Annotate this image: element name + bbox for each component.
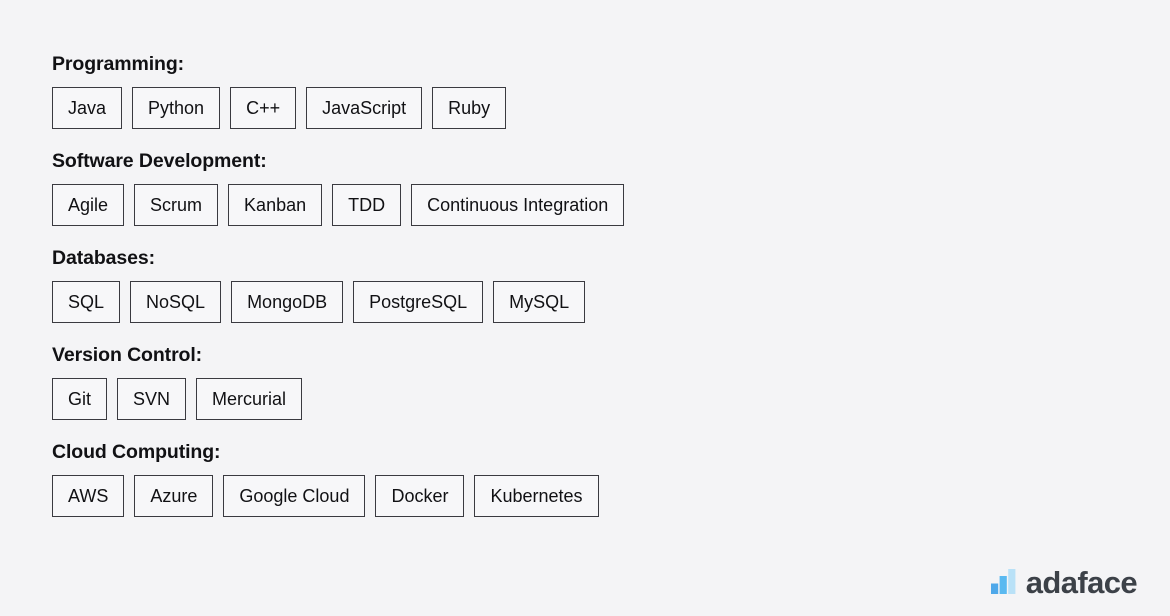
bar-chart-logo-icon (990, 568, 1017, 598)
section-heading: Software Development: (52, 150, 267, 172)
skill-tag[interactable]: SVN (117, 378, 187, 420)
skill-section: Programming: Java Python C++ JavaScript Ruby (52, 52, 1112, 129)
skill-tag[interactable]: MySQL (493, 281, 586, 323)
skill-tag[interactable]: Python (132, 87, 221, 129)
skill-sections: Programming: Java Python C++ JavaScript Ruby S… (52, 52, 1112, 517)
section-heading: Version Control: (52, 344, 203, 366)
skill-tag[interactable]: Ruby (432, 87, 507, 129)
tag-row: Java Python C++ JavaScript Ruby (52, 87, 1112, 129)
tag-row: AWS Azure Google Cloud Docker Kubernetes (52, 475, 1112, 517)
skill-tag[interactable]: Kanban (228, 184, 323, 226)
section-heading: Programming: (52, 53, 185, 75)
skill-tag[interactable]: AWS (52, 475, 125, 517)
skill-tag[interactable]: Git (52, 378, 108, 420)
skill-tag[interactable]: Kubernetes (474, 475, 599, 517)
tag-row: Git SVN Mercurial (52, 378, 1112, 420)
adaface-logo: adaface (990, 565, 1138, 600)
skill-section: Databases: SQL NoSQL MongoDB PostgreSQL MySQL (52, 246, 1112, 323)
skill-tag[interactable]: Continuous Integration (411, 184, 625, 226)
tag-row: SQL NoSQL MongoDB PostgreSQL MySQL (52, 281, 1112, 323)
skill-tag[interactable]: Scrum (134, 184, 219, 226)
skill-tag[interactable]: Azure (134, 475, 214, 517)
skill-tag[interactable]: C++ (230, 87, 297, 129)
section-heading: Databases: (52, 247, 156, 269)
adaface-wordmark: adaface (1025, 565, 1138, 600)
skill-tag[interactable]: Java (52, 87, 123, 129)
skill-section: Version Control: Git SVN Mercurial (52, 343, 1112, 420)
skill-tag[interactable]: NoSQL (130, 281, 222, 323)
skill-tag[interactable]: PostgreSQL (353, 281, 484, 323)
skill-tag[interactable]: Docker (375, 475, 465, 517)
skills-tag-page: Programming: Java Python C++ JavaScript Ruby S… (0, 0, 1170, 616)
skill-tag[interactable]: JavaScript (306, 87, 423, 129)
skill-tag[interactable]: MongoDB (231, 281, 344, 323)
skill-section: Software Development: Agile Scrum Kanban TDD… (52, 149, 1112, 226)
skill-tag[interactable]: SQL (52, 281, 121, 323)
skill-tag[interactable]: Mercurial (196, 378, 303, 420)
section-heading: Cloud Computing: (52, 441, 221, 463)
skill-section: Cloud Computing: AWS Azure Google Cloud Dock… (52, 440, 1112, 517)
tag-row: Agile Scrum Kanban TDD Continuous Integratio… (52, 184, 1112, 226)
skill-tag[interactable]: TDD (332, 184, 402, 226)
skill-tag[interactable]: Google Cloud (223, 475, 366, 517)
skill-tag[interactable]: Agile (52, 184, 125, 226)
